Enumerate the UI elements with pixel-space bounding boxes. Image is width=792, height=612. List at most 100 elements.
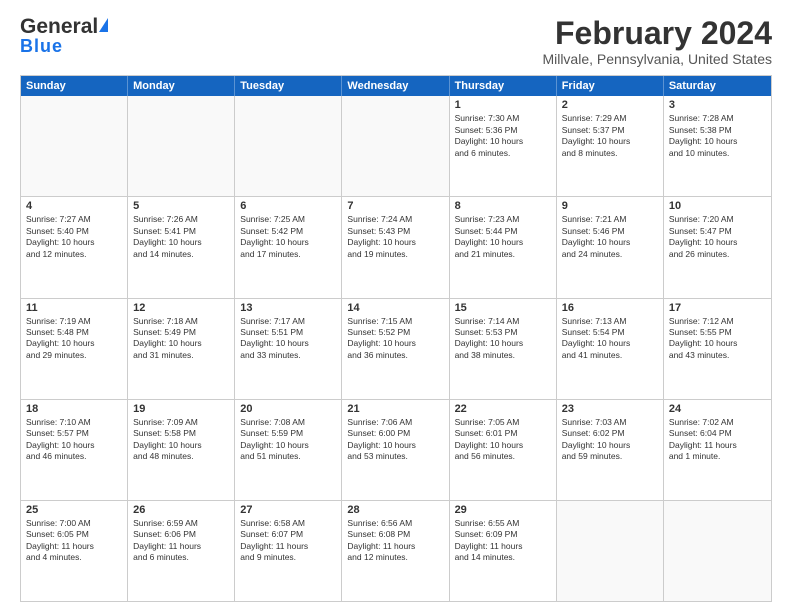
calendar-cell: 2 Sunrise: 7:29 AM Sunset: 5:37 PM Daylig… (557, 96, 664, 196)
cell-content: Sunrise: 7:17 AM Sunset: 5:51 PM Dayligh… (240, 316, 336, 362)
calendar-cell: 9 Sunrise: 7:21 AM Sunset: 5:46 PM Daylig… (557, 197, 664, 297)
calendar-cell: 13 Sunrise: 7:17 AM Sunset: 5:51 PM Dayli… (235, 299, 342, 399)
cell-content: Sunrise: 7:03 AM Sunset: 6:02 PM Dayligh… (562, 417, 658, 463)
cell-content: Sunrise: 7:00 AM Sunset: 6:05 PM Dayligh… (26, 518, 122, 564)
calendar-cell: 25 Sunrise: 7:00 AM Sunset: 6:05 PM Dayli… (21, 501, 128, 601)
calendar-cell: 24 Sunrise: 7:02 AM Sunset: 6:04 PM Dayli… (664, 400, 771, 500)
day-number: 14 (347, 302, 443, 314)
calendar: SundayMondayTuesdayWednesdayThursdayFrid… (20, 75, 772, 602)
calendar-cell: 23 Sunrise: 7:03 AM Sunset: 6:02 PM Dayli… (557, 400, 664, 500)
cell-content: Sunrise: 7:23 AM Sunset: 5:44 PM Dayligh… (455, 214, 551, 260)
cell-content: Sunrise: 7:24 AM Sunset: 5:43 PM Dayligh… (347, 214, 443, 260)
calendar-row: 1 Sunrise: 7:30 AM Sunset: 5:36 PM Daylig… (21, 96, 771, 197)
calendar-cell: 7 Sunrise: 7:24 AM Sunset: 5:43 PM Daylig… (342, 197, 449, 297)
day-number: 19 (133, 403, 229, 415)
day-number: 13 (240, 302, 336, 314)
cell-content: Sunrise: 7:26 AM Sunset: 5:41 PM Dayligh… (133, 214, 229, 260)
calendar-cell (128, 96, 235, 196)
cell-content: Sunrise: 6:56 AM Sunset: 6:08 PM Dayligh… (347, 518, 443, 564)
calendar-cell: 21 Sunrise: 7:06 AM Sunset: 6:00 PM Dayli… (342, 400, 449, 500)
calendar-cell: 3 Sunrise: 7:28 AM Sunset: 5:38 PM Daylig… (664, 96, 771, 196)
logo-blue: Blue (20, 37, 108, 55)
calendar-cell (342, 96, 449, 196)
calendar-cell: 28 Sunrise: 6:56 AM Sunset: 6:08 PM Dayli… (342, 501, 449, 601)
calendar-cell: 22 Sunrise: 7:05 AM Sunset: 6:01 PM Dayli… (450, 400, 557, 500)
page: General Blue February 2024 Millvale, Pen… (0, 0, 792, 612)
day-number: 9 (562, 200, 658, 212)
cell-content: Sunrise: 7:29 AM Sunset: 5:37 PM Dayligh… (562, 113, 658, 159)
cell-content: Sunrise: 7:27 AM Sunset: 5:40 PM Dayligh… (26, 214, 122, 260)
day-number: 7 (347, 200, 443, 212)
cell-content: Sunrise: 7:08 AM Sunset: 5:59 PM Dayligh… (240, 417, 336, 463)
calendar-header-cell: Saturday (664, 76, 771, 96)
page-subtitle: Millvale, Pennsylvania, United States (542, 51, 772, 67)
day-number: 3 (669, 99, 766, 111)
header: General Blue February 2024 Millvale, Pen… (20, 16, 772, 67)
calendar-body: 1 Sunrise: 7:30 AM Sunset: 5:36 PM Daylig… (21, 96, 771, 601)
cell-content: Sunrise: 7:28 AM Sunset: 5:38 PM Dayligh… (669, 113, 766, 159)
page-title: February 2024 (542, 16, 772, 51)
calendar-cell: 18 Sunrise: 7:10 AM Sunset: 5:57 PM Dayli… (21, 400, 128, 500)
cell-content: Sunrise: 7:14 AM Sunset: 5:53 PM Dayligh… (455, 316, 551, 362)
calendar-cell: 12 Sunrise: 7:18 AM Sunset: 5:49 PM Dayli… (128, 299, 235, 399)
cell-content: Sunrise: 7:10 AM Sunset: 5:57 PM Dayligh… (26, 417, 122, 463)
calendar-cell: 8 Sunrise: 7:23 AM Sunset: 5:44 PM Daylig… (450, 197, 557, 297)
calendar-header-cell: Thursday (450, 76, 557, 96)
cell-content: Sunrise: 6:58 AM Sunset: 6:07 PM Dayligh… (240, 518, 336, 564)
calendar-cell: 19 Sunrise: 7:09 AM Sunset: 5:58 PM Dayli… (128, 400, 235, 500)
cell-content: Sunrise: 7:12 AM Sunset: 5:55 PM Dayligh… (669, 316, 766, 362)
day-number: 6 (240, 200, 336, 212)
day-number: 26 (133, 504, 229, 516)
day-number: 28 (347, 504, 443, 516)
day-number: 4 (26, 200, 122, 212)
cell-content: Sunrise: 7:30 AM Sunset: 5:36 PM Dayligh… (455, 113, 551, 159)
calendar-row: 4 Sunrise: 7:27 AM Sunset: 5:40 PM Daylig… (21, 197, 771, 298)
calendar-header-cell: Wednesday (342, 76, 449, 96)
calendar-cell: 14 Sunrise: 7:15 AM Sunset: 5:52 PM Dayli… (342, 299, 449, 399)
cell-content: Sunrise: 7:19 AM Sunset: 5:48 PM Dayligh… (26, 316, 122, 362)
day-number: 23 (562, 403, 658, 415)
calendar-cell: 20 Sunrise: 7:08 AM Sunset: 5:59 PM Dayli… (235, 400, 342, 500)
calendar-header-cell: Tuesday (235, 76, 342, 96)
cell-content: Sunrise: 7:15 AM Sunset: 5:52 PM Dayligh… (347, 316, 443, 362)
calendar-row: 11Sunrise: 7:19 AM Sunset: 5:48 PM Dayli… (21, 299, 771, 400)
calendar-cell (235, 96, 342, 196)
day-number: 8 (455, 200, 551, 212)
day-number: 20 (240, 403, 336, 415)
calendar-cell: 4 Sunrise: 7:27 AM Sunset: 5:40 PM Daylig… (21, 197, 128, 297)
day-number: 5 (133, 200, 229, 212)
calendar-cell: 27 Sunrise: 6:58 AM Sunset: 6:07 PM Dayli… (235, 501, 342, 601)
day-number: 2 (562, 99, 658, 111)
cell-content: Sunrise: 7:09 AM Sunset: 5:58 PM Dayligh… (133, 417, 229, 463)
calendar-cell: 15Sunrise: 7:14 AM Sunset: 5:53 PM Dayli… (450, 299, 557, 399)
calendar-cell: 26 Sunrise: 6:59 AM Sunset: 6:06 PM Dayli… (128, 501, 235, 601)
day-number: 24 (669, 403, 766, 415)
cell-content: Sunrise: 7:21 AM Sunset: 5:46 PM Dayligh… (562, 214, 658, 260)
calendar-row: 25 Sunrise: 7:00 AM Sunset: 6:05 PM Dayli… (21, 501, 771, 601)
day-number: 16 (562, 302, 658, 314)
calendar-cell: 11Sunrise: 7:19 AM Sunset: 5:48 PM Dayli… (21, 299, 128, 399)
cell-content: Sunrise: 7:05 AM Sunset: 6:01 PM Dayligh… (455, 417, 551, 463)
day-number: 18 (26, 403, 122, 415)
cell-content: Sunrise: 7:02 AM Sunset: 6:04 PM Dayligh… (669, 417, 766, 463)
day-number: 17 (669, 302, 766, 314)
cell-content: Sunrise: 7:18 AM Sunset: 5:49 PM Dayligh… (133, 316, 229, 362)
logo-triangle-icon (99, 18, 108, 32)
cell-content: Sunrise: 6:59 AM Sunset: 6:06 PM Dayligh… (133, 518, 229, 564)
calendar-cell (557, 501, 664, 601)
title-area: February 2024 Millvale, Pennsylvania, Un… (542, 16, 772, 67)
day-number: 12 (133, 302, 229, 314)
day-number: 21 (347, 403, 443, 415)
cell-content: Sunrise: 7:06 AM Sunset: 6:00 PM Dayligh… (347, 417, 443, 463)
day-number: 25 (26, 504, 122, 516)
calendar-header-cell: Sunday (21, 76, 128, 96)
day-number: 29 (455, 504, 551, 516)
day-number: 1 (455, 99, 551, 111)
cell-content: Sunrise: 7:20 AM Sunset: 5:47 PM Dayligh… (669, 214, 766, 260)
day-number: 27 (240, 504, 336, 516)
cell-content: Sunrise: 6:55 AM Sunset: 6:09 PM Dayligh… (455, 518, 551, 564)
day-number: 10 (669, 200, 766, 212)
calendar-cell: 17 Sunrise: 7:12 AM Sunset: 5:55 PM Dayli… (664, 299, 771, 399)
cell-content: Sunrise: 7:25 AM Sunset: 5:42 PM Dayligh… (240, 214, 336, 260)
day-number: 22 (455, 403, 551, 415)
